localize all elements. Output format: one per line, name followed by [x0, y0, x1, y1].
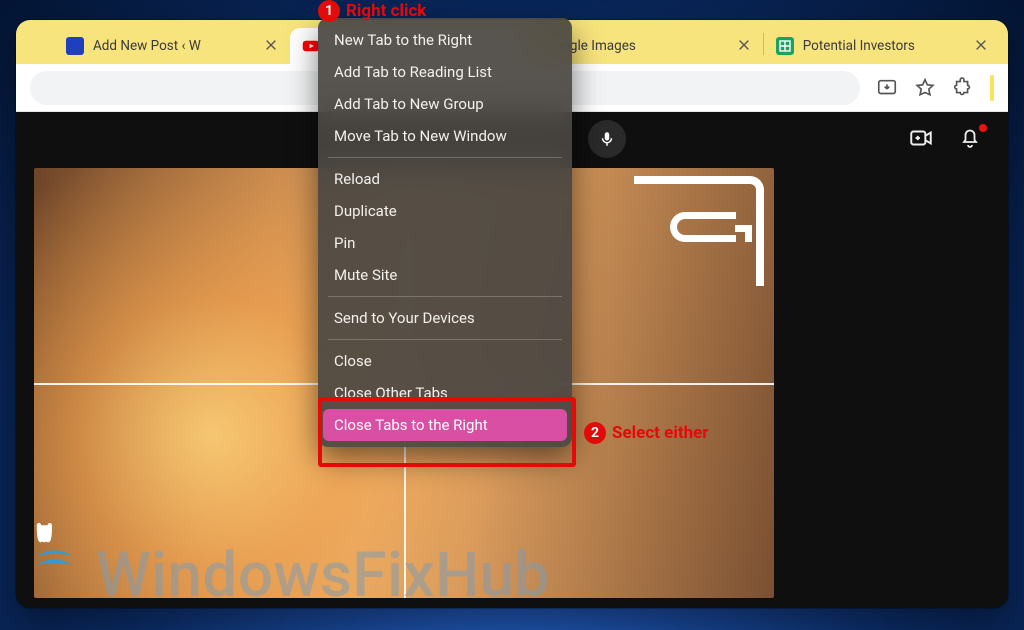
tab-title: oogle Images	[555, 38, 728, 54]
tab-context-menu: New Tab to the RightAdd Tab to Reading L…	[318, 18, 572, 447]
close-icon[interactable]	[974, 38, 990, 54]
close-icon[interactable]	[264, 38, 280, 54]
menu-item[interactable]: Add Tab to Reading List	[318, 56, 572, 88]
menu-item[interactable]: Reload	[318, 163, 572, 195]
notifications-bell-icon[interactable]	[958, 125, 982, 149]
callout-1: 1 Right click	[318, 0, 426, 22]
menu-item[interactable]: Move Tab to New Window	[318, 120, 572, 152]
doodle-battery	[670, 212, 736, 242]
watermark-logo	[30, 514, 84, 578]
extensions-puzzle-icon[interactable]	[952, 77, 974, 99]
menu-item[interactable]: Send to Your Devices	[318, 302, 572, 334]
close-icon[interactable]	[737, 38, 753, 54]
callout-text: Select either	[612, 423, 709, 443]
menu-separator	[328, 339, 562, 340]
profile-accent	[990, 75, 994, 101]
wordpress-icon	[66, 37, 84, 55]
install-app-icon[interactable]	[876, 77, 898, 99]
menu-item[interactable]: Mute Site	[318, 259, 572, 291]
callout-badge: 1	[318, 0, 340, 22]
menu-item[interactable]: Close	[318, 345, 572, 377]
tab-1[interactable]: Add New Post ‹ W	[54, 28, 290, 64]
notification-dot	[977, 122, 989, 134]
callout-text: Right click	[346, 1, 426, 21]
menu-item[interactable]: New Tab to the Right	[318, 24, 572, 56]
menu-item[interactable]: Add Tab to New Group	[318, 88, 572, 120]
bookmark-star-icon[interactable]	[914, 77, 936, 99]
menu-item[interactable]: Pin	[318, 227, 572, 259]
menu-item[interactable]: Duplicate	[318, 195, 572, 227]
voice-search-icon[interactable]	[588, 120, 626, 158]
tab-title: Potential Investors	[803, 38, 965, 54]
menu-separator	[328, 296, 562, 297]
tab-4[interactable]: Potential Investors	[764, 28, 1000, 64]
create-video-icon[interactable]	[908, 125, 932, 149]
menu-item[interactable]: Close Tabs to the Right	[323, 409, 567, 441]
tab-title: Add New Post ‹ W	[93, 38, 255, 54]
menu-item[interactable]: Close Other Tabs	[318, 377, 572, 409]
sheets-icon	[776, 37, 794, 55]
callout-2: 2 Select either	[584, 422, 709, 444]
callout-badge: 2	[584, 422, 606, 444]
menu-separator	[328, 157, 562, 158]
